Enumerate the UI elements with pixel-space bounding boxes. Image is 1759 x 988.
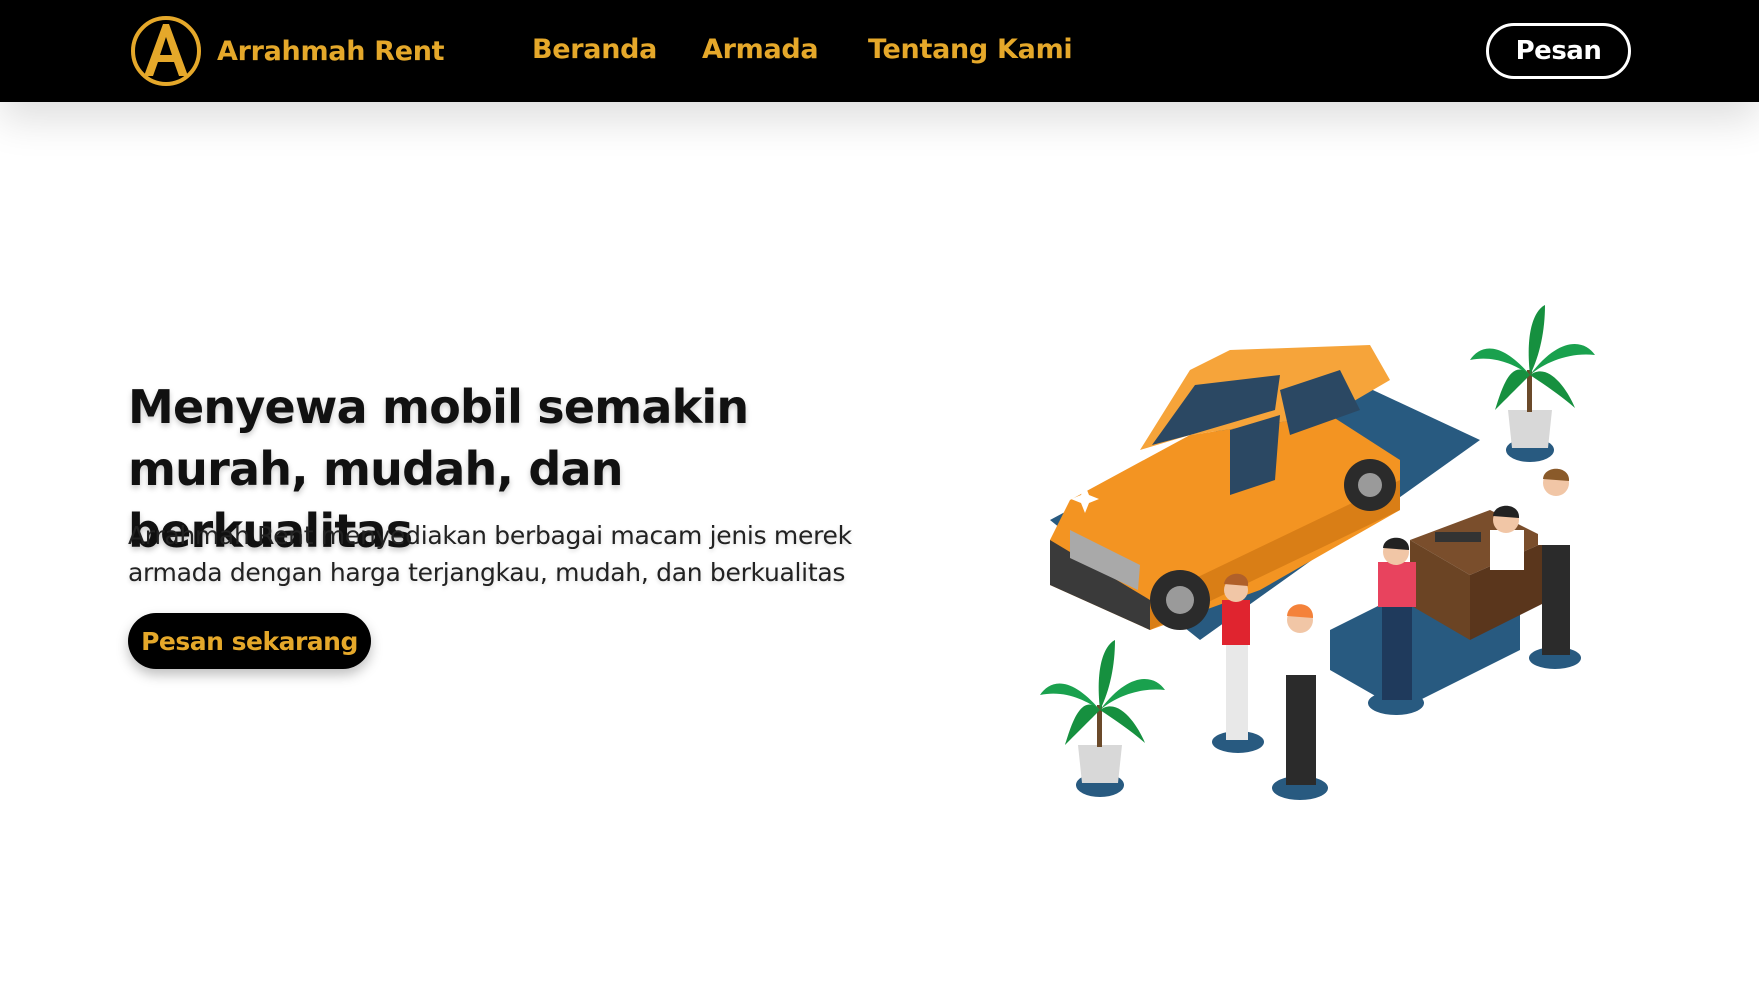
plant-top-right xyxy=(1470,305,1595,462)
pesan-sekarang-button[interactable]: Pesan sekarang xyxy=(128,613,371,669)
nav-link-armada[interactable]: Armada xyxy=(702,34,819,65)
hero-title-line-1: Menyewa mobil semakin xyxy=(128,380,749,434)
hero-description: Arrahmah Rent menyediakan berbagai macam… xyxy=(128,517,888,591)
nav-link-tentang-kami[interactable]: Tentang Kami xyxy=(868,34,1073,65)
car-rental-illustration xyxy=(1040,305,1595,800)
pesan-button[interactable]: Pesan xyxy=(1486,23,1631,79)
top-navbar: Arrahmah Rent Beranda Armada Tentang Kam… xyxy=(0,0,1759,102)
brand[interactable]: Arrahmah Rent xyxy=(129,14,445,88)
brand-logo-icon xyxy=(131,16,201,86)
plant-bottom-left xyxy=(1040,640,1165,797)
hero-description-line-1: Arrahmah Rent menyediakan berbagai macam… xyxy=(128,521,852,550)
nav-link-beranda[interactable]: Beranda xyxy=(532,34,657,65)
hero-description-line-2: armada dengan harga terjangkau, mudah, d… xyxy=(128,558,846,587)
brand-name: Arrahmah Rent xyxy=(217,35,445,67)
